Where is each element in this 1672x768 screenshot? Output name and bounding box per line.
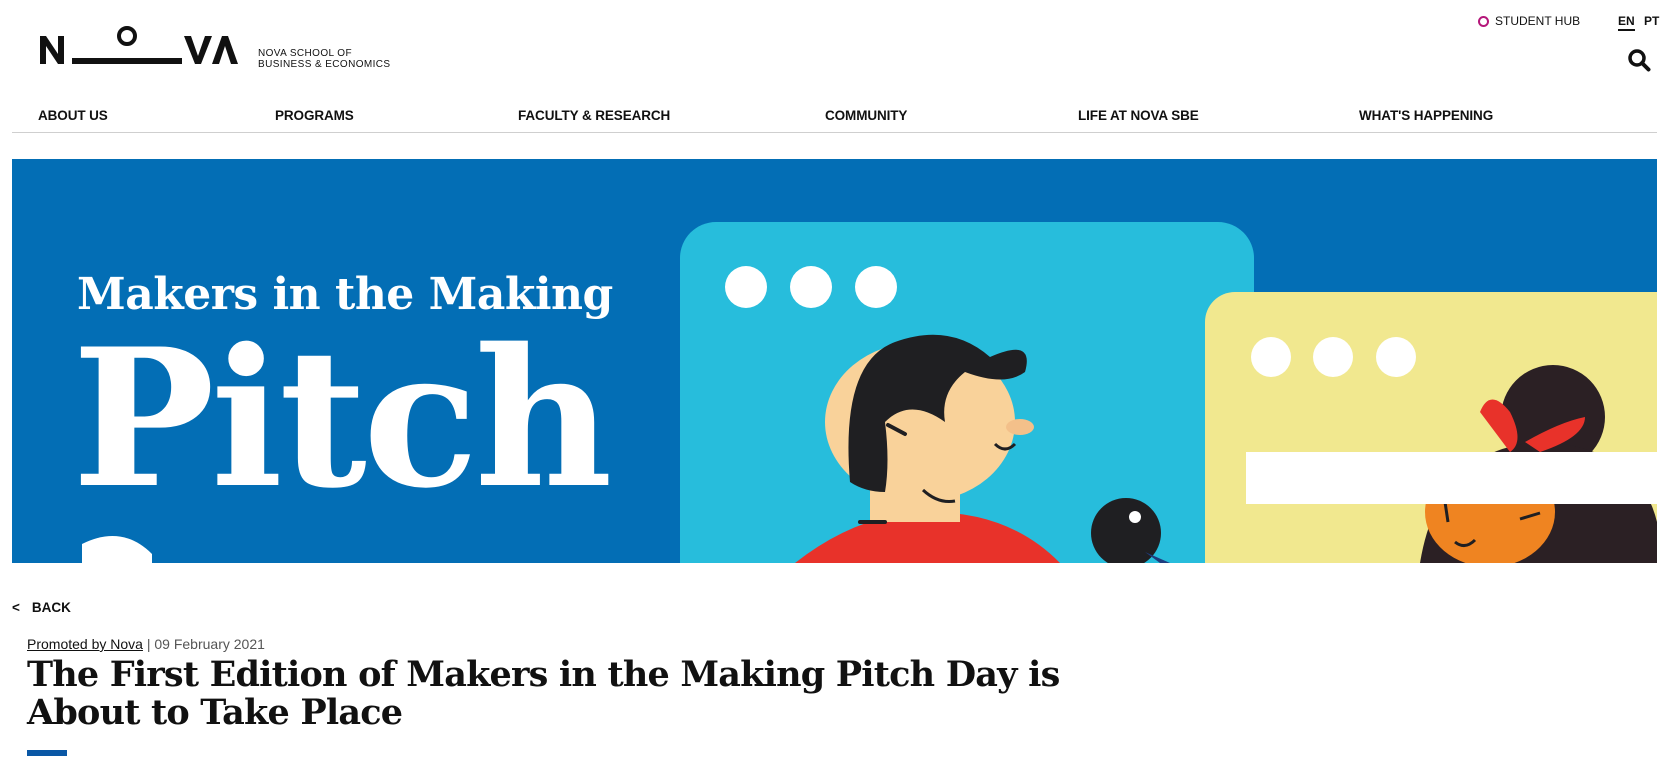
- nova-logo-mark: [40, 26, 238, 64]
- school-name-line1: NOVA SCHOOL OF: [258, 48, 352, 59]
- hero-title: Pitch: [72, 307, 613, 530]
- search-button[interactable]: [1627, 48, 1651, 72]
- hero-banner: Makers in the Making Pitch: [12, 159, 1657, 563]
- chevron-left-icon: <: [12, 600, 20, 615]
- school-name: NOVA SCHOOL OF BUSINESS & ECONOMICS: [258, 48, 390, 70]
- article-date: 09 February 2021: [154, 636, 265, 652]
- nav-item-whats-happening[interactable]: WHAT'S HAPPENING: [1359, 108, 1493, 123]
- nova-logo[interactable]: NOVA SCHOOL OF BUSINESS & ECONOMICS: [38, 22, 398, 72]
- article-meta: Promoted by Nova | 09 February 2021: [27, 636, 265, 652]
- video-call-illustration: [680, 222, 1657, 563]
- back-label: BACK: [31, 600, 71, 615]
- school-name-line2: BUSINESS & ECONOMICS: [258, 59, 391, 70]
- search-icon: [1628, 49, 1651, 72]
- promoted-by-link[interactable]: Promoted by Nova: [27, 636, 143, 652]
- nav-item-faculty-research[interactable]: FACULTY & RESEARCH: [518, 108, 670, 123]
- circle-icon: [1478, 15, 1489, 27]
- nav-item-about-us[interactable]: ABOUT US: [38, 108, 108, 123]
- student-hub-label: STUDENT HUB: [1495, 14, 1581, 28]
- site-header: NOVA SCHOOL OF BUSINESS & ECONOMICS STUD…: [0, 0, 1672, 133]
- nav-item-community[interactable]: COMMUNITY: [825, 108, 907, 123]
- lang-pt-button[interactable]: PT: [1644, 14, 1659, 28]
- student-hub-link[interactable]: STUDENT HUB: [1478, 14, 1580, 28]
- hero-title-overflow: [72, 524, 162, 563]
- lang-en-button[interactable]: EN: [1618, 14, 1635, 31]
- nav-item-programs[interactable]: PROGRAMS: [275, 108, 354, 123]
- back-link[interactable]: < BACK: [12, 600, 71, 615]
- letter-fragment-graphic: [82, 536, 152, 563]
- nav-item-life-at-nova[interactable]: LIFE AT NOVA SBE: [1078, 108, 1199, 123]
- title-accent-bar: [27, 750, 67, 756]
- main-nav: ABOUT US PROGRAMS FACULTY & RESEARCH COM…: [12, 98, 1657, 133]
- meta-separator: |: [146, 636, 151, 652]
- article-title: The First Edition of Makers in the Makin…: [27, 654, 1060, 733]
